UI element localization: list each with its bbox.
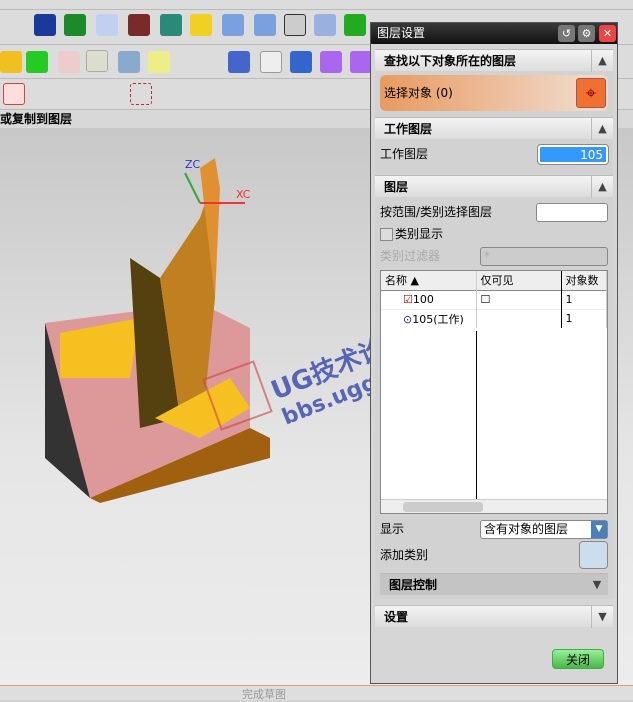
column-name[interactable]: 名称 ▲ (381, 271, 477, 290)
visible-only-checkbox[interactable]: ☐ (481, 293, 491, 306)
dialog-title: 图层设置 (377, 26, 426, 40)
filter-label: 类别过滤器 (380, 249, 441, 263)
horizontal-scrollbar[interactable] (381, 499, 607, 513)
tool-icon[interactable] (58, 51, 80, 73)
chevron-down-icon: ▼ (591, 521, 607, 538)
select-box-icon[interactable] (130, 83, 152, 105)
section-title: 查找以下对象所在的图层 (384, 54, 517, 68)
dialog-title-bar: 图层设置 ↺ ⚙ ✕ (371, 23, 617, 44)
checked-icon[interactable]: ☑ (403, 293, 413, 306)
layer-settings-dialog: 图层设置 ↺ ⚙ ✕ 查找以下对象所在的图层 ▲ 选择对象 (0) ⌖ 工作图层 ▲… (370, 22, 618, 684)
tool-icon[interactable] (34, 14, 56, 36)
tool-icon[interactable] (128, 14, 150, 36)
tool-icon[interactable] (96, 14, 118, 36)
toolbar-row-1 (0, 0, 633, 10)
table-row[interactable]: ⊙105(工作) 1 (381, 309, 607, 328)
range-label: 按范围/类别选择图层 (380, 205, 493, 219)
close-button[interactable]: 关闭 (552, 649, 604, 669)
category-display-label: 类别显示 (395, 227, 444, 241)
section-title: 图层 (384, 180, 409, 194)
column-visible[interactable]: 仅可见 (476, 271, 562, 290)
work-layer-section-header[interactable]: 工作图层 ▲ (375, 117, 613, 140)
chevron-down-icon[interactable]: ▼ (591, 606, 613, 628)
find-section-header[interactable]: 查找以下对象所在的图层 ▲ (375, 49, 613, 72)
display-dropdown[interactable]: 含有对象的图层 ▼ (480, 520, 608, 539)
layer-table: 名称 ▲ 仅可见 对象数 ☑100 ☐ 1 ⊙105(工作) 1 (380, 270, 608, 514)
check-icon[interactable] (344, 14, 366, 36)
section-title: 工作图层 (384, 122, 433, 136)
tool-icon[interactable] (314, 14, 336, 36)
work-layer-input[interactable]: 105 (537, 144, 609, 165)
cube-icon[interactable] (26, 51, 48, 73)
select-object-row[interactable]: 选择对象 (0) ⌖ (380, 75, 608, 111)
gear-icon[interactable]: ⚙ (578, 25, 595, 42)
chevron-up-icon[interactable]: ▲ (591, 176, 613, 198)
select-object-label: 选择对象 (0) (384, 86, 453, 100)
chevron-down-icon[interactable]: ▼ (586, 574, 608, 596)
reset-icon[interactable]: ↺ (558, 25, 575, 42)
work-layer-icon: ⊙ (403, 312, 413, 326)
tool-icon[interactable] (260, 51, 282, 73)
tool-icon[interactable] (350, 51, 372, 73)
filter-dropdown: * (480, 247, 608, 266)
crosshair-icon[interactable]: ⌖ (576, 78, 606, 108)
filter-value: * (484, 249, 490, 263)
category-display-checkbox[interactable] (380, 228, 393, 241)
chevron-up-icon[interactable]: ▲ (591, 118, 613, 140)
tool-icon[interactable] (118, 51, 140, 73)
table-row[interactable]: ☑100 ☐ 1 (381, 290, 607, 309)
tool-icon[interactable] (290, 51, 312, 73)
settings-section-header[interactable]: 设置 ▼ (375, 605, 613, 628)
folder-icon[interactable] (148, 51, 170, 73)
add-category-button[interactable] (579, 541, 608, 569)
tool-icon[interactable] (222, 14, 244, 36)
chevron-up-icon[interactable]: ▲ (591, 50, 613, 72)
add-category-label: 添加类别 (380, 548, 429, 562)
layers-section-header[interactable]: 图层 ▲ (375, 175, 613, 198)
xc-axis-label: XC (236, 188, 251, 201)
tool-icon[interactable] (190, 14, 212, 36)
tool-icon[interactable] (254, 14, 276, 36)
tool-icon[interactable] (320, 51, 342, 73)
layer-control-header[interactable]: 图层控制 ▼ (380, 573, 608, 595)
display-label: 显示 (380, 522, 405, 536)
tool-icon[interactable] (160, 14, 182, 36)
close-icon[interactable]: ✕ (599, 25, 616, 42)
work-layer-label: 工作图层 (380, 147, 429, 161)
column-count[interactable]: 对象数 (561, 271, 607, 290)
range-input[interactable] (536, 203, 608, 222)
tool-icon[interactable] (64, 14, 86, 36)
tool-icon[interactable] (228, 51, 250, 73)
block-icon[interactable] (0, 51, 22, 73)
tool-icon[interactable] (284, 14, 306, 36)
bottom-toolbar: 完成草图 (0, 685, 633, 701)
tool-icon[interactable] (86, 50, 108, 72)
zc-axis-label: ZC (185, 158, 201, 171)
snap-icon[interactable] (3, 83, 25, 105)
